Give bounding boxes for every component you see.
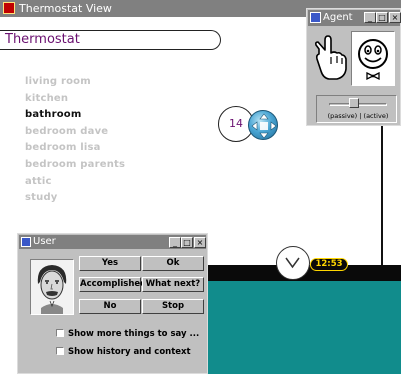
close-button[interactable]: × xyxy=(194,237,206,248)
window-title: Agent xyxy=(323,12,353,23)
agent-face xyxy=(351,31,395,86)
header-title: Thermostat xyxy=(5,32,80,47)
what-next-button[interactable]: What next? xyxy=(142,277,204,292)
room-item[interactable]: bedroom parents xyxy=(25,157,125,174)
pointing-hand-icon xyxy=(311,31,351,86)
smiley-face-icon xyxy=(358,39,388,81)
room-item[interactable]: kitchen xyxy=(25,91,125,108)
slider-labels: (passive) | (active) xyxy=(327,112,389,120)
room-list: living room kitchen bathroom bedroom dav… xyxy=(25,74,125,207)
accomplished-button[interactable]: Accomplished xyxy=(79,277,146,292)
room-item[interactable]: study xyxy=(25,190,125,207)
user-titlebar[interactable]: User _ □ × xyxy=(19,235,206,249)
user-window: User _ □ × Yes Ok Accomplished What next… xyxy=(17,233,208,374)
history-label: Show history and context xyxy=(68,347,191,357)
app-icon xyxy=(310,12,321,23)
room-item[interactable]: bedroom lisa xyxy=(25,140,125,157)
more-things-checkbox[interactable] xyxy=(56,329,64,337)
teal-panel xyxy=(208,281,401,374)
clock-time-badge: 12:53 xyxy=(310,258,348,271)
app-icon xyxy=(3,2,15,14)
more-things-label: Show more things to say ... xyxy=(68,329,200,339)
yes-button[interactable]: Yes xyxy=(79,256,141,271)
agent-titlebar[interactable]: Agent _ □ × xyxy=(308,10,401,26)
room-item[interactable]: living room xyxy=(25,74,125,91)
maximize-button[interactable]: □ xyxy=(181,237,193,248)
room-item-selected[interactable]: bathroom xyxy=(25,107,125,124)
window-title: User xyxy=(33,236,56,247)
close-button[interactable]: × xyxy=(389,12,401,23)
window-title: Thermostat View xyxy=(19,2,112,15)
chevron-down-icon xyxy=(285,257,300,269)
app-icon xyxy=(21,237,31,247)
no-button[interactable]: No xyxy=(79,299,141,314)
minimize-button[interactable]: _ xyxy=(169,237,181,248)
four-arrows-icon xyxy=(251,113,277,139)
ok-button[interactable]: Ok xyxy=(142,256,204,271)
temperature-adjust-control[interactable] xyxy=(248,110,278,140)
history-checkbox[interactable] xyxy=(56,347,64,355)
thermostat-header: Thermostat xyxy=(0,30,221,50)
minimize-button[interactable]: _ xyxy=(364,12,376,23)
clock-dial[interactable] xyxy=(276,246,310,280)
more-things-option[interactable]: Show more things to say ... xyxy=(56,329,199,339)
stop-button[interactable]: Stop xyxy=(142,299,204,314)
user-portrait-image xyxy=(30,259,74,315)
slider-thumb[interactable] xyxy=(349,98,359,108)
agent-activity-slider: (passive) | (active) xyxy=(316,95,397,123)
agent-window: Agent _ □ × (passive) | (active) xyxy=(306,8,401,126)
room-item[interactable]: attic xyxy=(25,174,125,191)
maximize-button[interactable]: □ xyxy=(376,12,388,23)
room-item[interactable]: bedroom dave xyxy=(25,124,125,141)
history-option[interactable]: Show history and context xyxy=(56,347,191,357)
